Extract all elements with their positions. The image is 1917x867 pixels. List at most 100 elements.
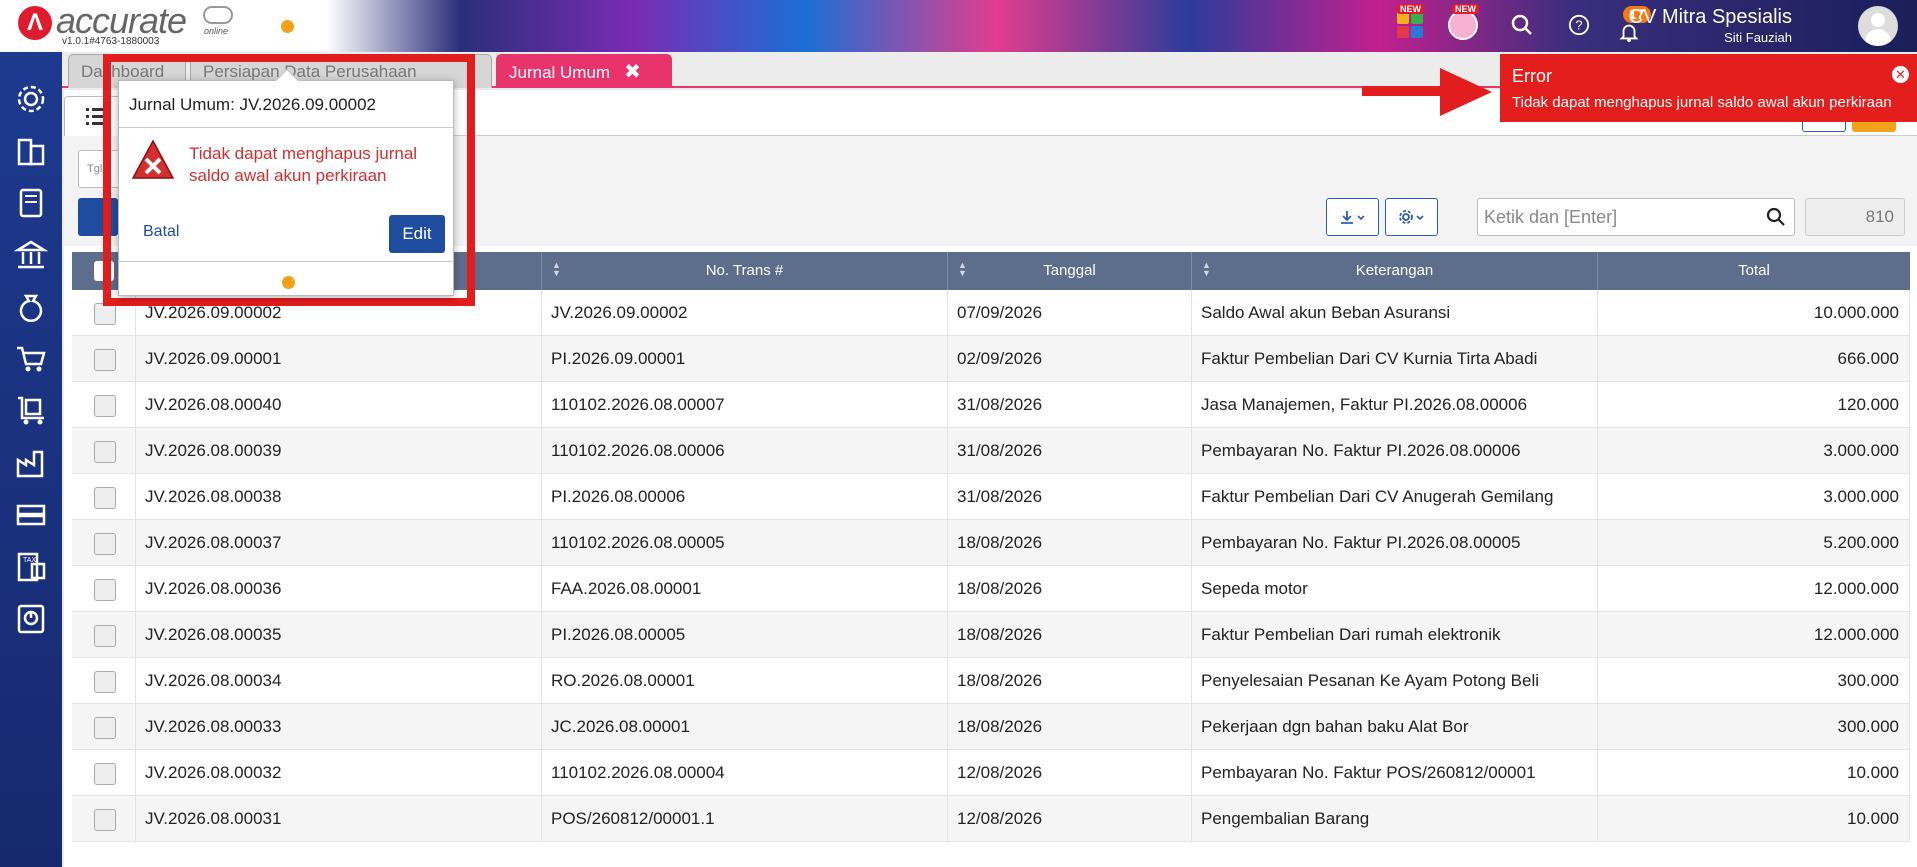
app-version: v1.0.1#4763-1880003 xyxy=(62,36,160,47)
loading-dot xyxy=(281,20,294,33)
cell-trans: PI.2026.08.00006 xyxy=(542,474,948,520)
inventory-shelf-icon[interactable] xyxy=(14,498,48,532)
row-select-cell xyxy=(72,382,136,428)
cell-trans: JV.2026.09.00002 xyxy=(542,290,948,336)
cell-trans: 110102.2026.08.00007 xyxy=(542,382,948,428)
row-select-cell xyxy=(72,566,136,612)
cell-date: 18/08/2026 xyxy=(948,566,1192,612)
download-button[interactable] xyxy=(1326,198,1379,236)
edit-button[interactable]: Edit xyxy=(389,215,445,253)
column-header-total[interactable]: Total xyxy=(1598,252,1910,290)
cancel-button[interactable]: Batal xyxy=(143,223,179,241)
column-header-keterangan[interactable]: ▲ ▼ Keterangan xyxy=(1192,252,1598,290)
report-chart-icon[interactable] xyxy=(14,602,48,636)
column-header-no-trans[interactable]: ▲ ▼ No. Trans # xyxy=(542,252,948,290)
sort-icon[interactable]: ▲ ▼ xyxy=(1202,261,1211,278)
cell-desc: Penyelesaian Pesanan Ke Ayam Potong Beli xyxy=(1192,658,1598,704)
tab-jurnal-umum[interactable]: Jurnal Umum ✖ xyxy=(496,54,672,88)
row-select-cell xyxy=(72,612,136,658)
company-building-icon[interactable] xyxy=(14,134,48,168)
cell-trans: 110102.2026.08.00005 xyxy=(542,520,948,566)
cell-total: 666.000 xyxy=(1598,336,1910,382)
row-checkbox[interactable] xyxy=(94,763,116,785)
logo-subtitle: online xyxy=(204,26,229,36)
settings-gear-icon[interactable] xyxy=(14,82,48,116)
shopping-cart-icon[interactable] xyxy=(14,342,48,376)
table-row[interactable]: JV.2026.08.00039 110102.2026.08.00006 31/0… xyxy=(72,428,1910,474)
search-icon[interactable] xyxy=(1505,8,1539,42)
row-checkbox[interactable] xyxy=(94,349,116,371)
ledger-book-icon[interactable] xyxy=(14,186,48,220)
row-checkbox[interactable] xyxy=(94,809,116,831)
cell-date: 02/09/2026 xyxy=(948,336,1192,382)
cell-desc: Sepeda motor xyxy=(1192,566,1598,612)
table-row[interactable]: JV.2026.09.00001 PI.2026.09.00001 02/09/20… xyxy=(72,336,1910,382)
row-checkbox[interactable] xyxy=(94,717,116,739)
row-checkbox[interactable] xyxy=(94,487,116,509)
sort-icon[interactable]: ▲ ▼ xyxy=(958,261,967,278)
search-icon[interactable] xyxy=(1766,207,1786,227)
tax-document-icon[interactable]: TAX xyxy=(14,550,48,584)
row-select-cell xyxy=(72,704,136,750)
table-row[interactable]: JV.2026.08.00036 FAA.2026.08.00001 18/08/2… xyxy=(72,566,1910,612)
user-avatar[interactable] xyxy=(1858,6,1898,46)
cell-total: 10.000 xyxy=(1598,796,1910,842)
row-checkbox[interactable] xyxy=(94,441,116,463)
row-checkbox[interactable] xyxy=(94,625,116,647)
row-select-cell xyxy=(72,474,136,520)
table-row[interactable]: JV.2026.08.00033 JC.2026.08.00001 18/08/20… xyxy=(72,704,1910,750)
cell-desc: Pembayaran No. Faktur POS/260812/00001 xyxy=(1192,750,1598,796)
company-name[interactable]: CV Mitra Spesialis xyxy=(1629,6,1792,29)
row-checkbox[interactable] xyxy=(94,579,116,601)
cell-no: JV.2026.08.00034 xyxy=(136,658,542,704)
column-header-tanggal[interactable]: ▲ ▼ Tanggal xyxy=(948,252,1192,290)
table-row[interactable]: JV.2026.08.00040 110102.2026.08.00007 31/0… xyxy=(72,382,1910,428)
cell-trans: FAA.2026.08.00001 xyxy=(542,566,948,612)
journal-popup: Jurnal Umum: JV.2026.09.00002 Tidak dapa… xyxy=(118,68,454,296)
row-select-cell xyxy=(72,336,136,382)
cell-desc: Jasa Manajemen, Faktur PI.2026.08.00006 xyxy=(1192,382,1598,428)
cell-total: 300.000 xyxy=(1598,658,1910,704)
help-icon[interactable]: ? xyxy=(1562,8,1596,42)
row-checkbox[interactable] xyxy=(94,533,116,555)
table-row[interactable]: JV.2026.08.00035 PI.2026.08.00005 18/08/20… xyxy=(72,612,1910,658)
table-row[interactable]: JV.2026.08.00031 POS/260812/00001.1 12/08/… xyxy=(72,796,1910,842)
cell-date: 12/08/2026 xyxy=(948,796,1192,842)
journal-table: ▲ ▼ No. Trans # ▲ ▼ Tanggal ▲ ▼ Keterangan Tot… xyxy=(72,252,1910,842)
cell-no: JV.2026.08.00031 xyxy=(136,796,542,842)
factory-icon[interactable] xyxy=(14,446,48,480)
mascot-avatar-icon[interactable] xyxy=(1448,10,1478,40)
cell-trans: POS/260812/00001.1 xyxy=(542,796,948,842)
trolley-box-icon[interactable] xyxy=(14,394,48,428)
cell-no: JV.2026.08.00036 xyxy=(136,566,542,612)
loading-dot xyxy=(282,276,295,289)
money-bag-icon[interactable] xyxy=(14,290,48,324)
table-row[interactable]: JV.2026.08.00034 RO.2026.08.00001 18/08/20… xyxy=(72,658,1910,704)
cell-date: 18/08/2026 xyxy=(948,520,1192,566)
close-icon[interactable]: ✕ xyxy=(1892,66,1909,83)
logo-area[interactable]: Λ accurate online v1.0.1#4763-1880003 xyxy=(0,0,260,52)
row-checkbox[interactable] xyxy=(94,395,116,417)
cloud-icon xyxy=(203,6,233,24)
error-message: Tidak dapat menghapus jurnal saldo awal … xyxy=(1512,94,1892,111)
cell-no: JV.2026.08.00033 xyxy=(136,704,542,750)
error-title: Error xyxy=(1512,66,1552,86)
bank-icon[interactable] xyxy=(13,238,49,272)
divider xyxy=(119,261,453,262)
cell-trans: PI.2026.08.00005 xyxy=(542,612,948,658)
record-count: 810 xyxy=(1805,198,1905,236)
user-name[interactable]: Siti Fauziah xyxy=(1724,30,1792,45)
close-tab-icon[interactable]: ✖ xyxy=(624,61,641,83)
row-checkbox[interactable] xyxy=(94,671,116,693)
cell-date: 18/08/2026 xyxy=(948,658,1192,704)
search-input[interactable]: Ketik dan [Enter] xyxy=(1477,198,1795,236)
settings-dropdown-button[interactable] xyxy=(1385,198,1438,236)
cell-trans: 110102.2026.08.00006 xyxy=(542,428,948,474)
table-row[interactable]: JV.2026.08.00037 110102.2026.08.00005 18/0… xyxy=(72,520,1910,566)
table-row[interactable]: JV.2026.08.00038 PI.2026.08.00006 31/08/20… xyxy=(72,474,1910,520)
table-row[interactable]: JV.2026.08.00032 110102.2026.08.00004 12/0… xyxy=(72,750,1910,796)
apps-grid-icon[interactable] xyxy=(1397,12,1423,38)
sort-icon[interactable]: ▲ ▼ xyxy=(552,261,561,278)
row-checkbox[interactable] xyxy=(94,303,116,325)
cell-desc: Pembayaran No. Faktur PI.2026.08.00006 xyxy=(1192,428,1598,474)
